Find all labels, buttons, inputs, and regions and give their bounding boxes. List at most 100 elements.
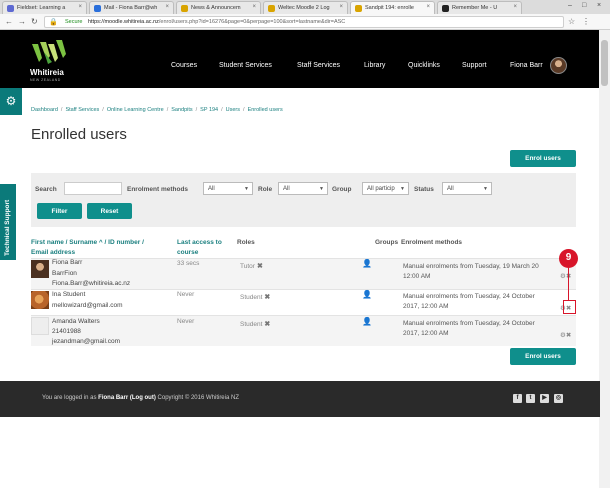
chevron-down-icon: ▼ — [400, 186, 405, 192]
breadcrumb-item[interactable]: SP 194 — [200, 107, 218, 113]
footer-user-link[interactable]: Fiona Barr — [98, 395, 128, 401]
menu-icon[interactable]: ⋮ — [582, 17, 590, 26]
unenrol-icon[interactable]: ✖ — [566, 332, 571, 339]
add-group-person-icon[interactable]: 👤 — [362, 290, 372, 299]
group-label: Group — [332, 186, 352, 193]
brand-subtitle: NEW ZEALAND — [30, 78, 61, 82]
breadcrumb-item[interactable]: Dashboard — [31, 107, 58, 113]
breadcrumb-separator: / — [243, 107, 245, 113]
star-icon[interactable]: ☆ — [568, 17, 575, 26]
user-full-name[interactable]: Fiona Barr — [52, 259, 82, 266]
reload-icon[interactable]: ↻ — [31, 17, 38, 26]
group-select[interactable]: All particip ▼ — [362, 182, 409, 195]
close-window-icon[interactable]: × — [597, 2, 601, 9]
nav-support[interactable]: Support — [462, 62, 487, 69]
nav-courses[interactable]: Courses — [171, 62, 197, 69]
reset-button[interactable]: Reset — [87, 203, 132, 219]
page-title: Enrolled users — [31, 126, 127, 143]
breadcrumb-separator: / — [102, 107, 104, 113]
close-icon[interactable]: × — [78, 4, 82, 10]
close-icon[interactable]: × — [426, 4, 430, 10]
column-header-last-access[interactable]: Last access to — [177, 239, 222, 246]
nav-staff-services[interactable]: Staff Services — [297, 62, 340, 69]
column-header-email[interactable]: Email address — [31, 249, 75, 256]
chevron-down-icon: ▼ — [319, 186, 324, 192]
enrolment-method-time: 12:00 AM — [403, 273, 431, 280]
technical-support-tab[interactable]: Technical Support — [0, 184, 16, 260]
enrol-users-button-bottom[interactable]: Enrol users — [510, 348, 576, 365]
youtube-icon[interactable]: ▶ — [540, 394, 549, 403]
back-icon[interactable]: ← — [5, 17, 13, 26]
enrolment-actions: ⚙✖ — [560, 331, 571, 339]
settings-gear-icon[interactable]: ⚙ — [0, 88, 22, 115]
tab-favicon-icon — [7, 5, 14, 12]
user-full-name[interactable]: Ina Student — [52, 291, 85, 298]
breadcrumb-item[interactable]: Users — [226, 107, 240, 113]
browser-tab[interactable]: Weltec Moodle 2 Log × — [263, 1, 348, 14]
facebook-icon[interactable]: f — [513, 394, 522, 403]
browser-tab[interactable]: Remember Me - U × — [437, 1, 522, 14]
column-header-name[interactable]: First name / Surname ^ / ID number / — [31, 239, 144, 246]
tab-favicon-icon — [181, 5, 188, 12]
url-field[interactable]: 🔒 Secure https://moodle.whitireia.ac.nz/… — [44, 16, 564, 28]
search-input[interactable] — [64, 182, 122, 195]
nav-quicklinks[interactable]: Quicklinks — [408, 62, 440, 69]
nav-student-services[interactable]: Student Services — [219, 62, 272, 69]
brand-name: Whitireia — [30, 68, 64, 77]
user-full-name[interactable]: Amanda Walters — [52, 318, 100, 325]
forward-icon[interactable]: → — [18, 17, 26, 26]
logout-link[interactable]: (Log out) — [130, 395, 156, 401]
column-header-last-access-line2[interactable]: course — [177, 249, 198, 256]
breadcrumb: Dashboard / Staff Services / Online Learning… — [31, 107, 283, 113]
maximize-icon[interactable]: □ — [582, 2, 586, 9]
breadcrumb-item[interactable]: Sandpits — [171, 107, 192, 113]
scrollbar-thumb[interactable] — [601, 40, 608, 86]
browser-tab[interactable]: News & Announcem × — [176, 1, 261, 14]
breadcrumb-separator: / — [166, 107, 169, 113]
avatar[interactable] — [550, 57, 567, 74]
column-header-roles: Roles — [237, 239, 255, 246]
page-scrollbar[interactable] — [599, 30, 610, 488]
breadcrumb-separator: / — [60, 107, 63, 113]
enrolment-methods-select[interactable]: All ▼ — [203, 182, 253, 195]
chevron-down-icon: ▼ — [244, 186, 249, 192]
close-icon[interactable]: × — [339, 4, 343, 10]
user-picture-avatar[interactable] — [31, 291, 49, 309]
breadcrumb-item[interactable]: Staff Services — [65, 107, 99, 113]
status-select[interactable]: All ▼ — [442, 182, 492, 195]
enrolment-method-text: Manual enrolments from Tuesday, 19 March… — [403, 263, 539, 270]
filter-button[interactable]: Filter — [37, 203, 82, 219]
minimize-icon[interactable]: – — [568, 2, 572, 9]
user-menu-name[interactable]: Fiona Barr — [510, 62, 543, 69]
remove-role-icon[interactable]: ✖ — [257, 263, 263, 270]
browser-tab[interactable]: Mail - Fiona Barr@wh × — [89, 1, 174, 14]
browser-tab[interactable]: Fieldset: Learning a × — [2, 1, 87, 14]
breadcrumb-item[interactable]: Online Learning Centre — [107, 107, 164, 113]
close-icon[interactable]: × — [513, 4, 517, 10]
user-picture-avatar[interactable] — [31, 260, 49, 278]
column-header-id[interactable]: ID number — [108, 239, 140, 246]
callout-pointer-line — [568, 268, 569, 301]
filter-panel: Search Enrolment methods All ▼ Role All ▼ … — [31, 173, 576, 227]
footer-login-info: You are logged in as Fiona Barr (Log out… — [42, 395, 239, 401]
remove-role-icon[interactable]: ✖ — [264, 321, 270, 328]
role-select[interactable]: All ▼ — [278, 182, 328, 195]
role-badge: Tutor ✖ — [240, 263, 263, 270]
add-group-person-icon[interactable]: 👤 — [362, 317, 372, 326]
user-id-number: BarrFion — [52, 270, 77, 277]
chevron-down-icon: ▼ — [483, 186, 488, 192]
browser-tab-active[interactable]: Sandpit 194: enrolle × — [350, 1, 435, 14]
role-label: Role — [258, 186, 273, 193]
breadcrumb-item-current[interactable]: Enrolled users — [248, 107, 283, 113]
role-badge: Student ✖ — [240, 294, 271, 301]
close-icon[interactable]: × — [165, 4, 169, 10]
enrol-users-button-top[interactable]: Enrol users — [510, 150, 576, 167]
default-user-avatar-icon[interactable] — [31, 317, 49, 335]
instagram-icon[interactable]: ◎ — [554, 394, 563, 403]
twitter-icon[interactable]: t — [526, 394, 535, 403]
close-icon[interactable]: × — [252, 4, 256, 10]
add-group-person-icon[interactable]: 👤 — [362, 259, 372, 268]
nav-library[interactable]: Library — [364, 62, 385, 69]
remove-role-icon[interactable]: ✖ — [264, 294, 270, 301]
enrolment-methods-label: Enrolment methods — [127, 186, 189, 193]
